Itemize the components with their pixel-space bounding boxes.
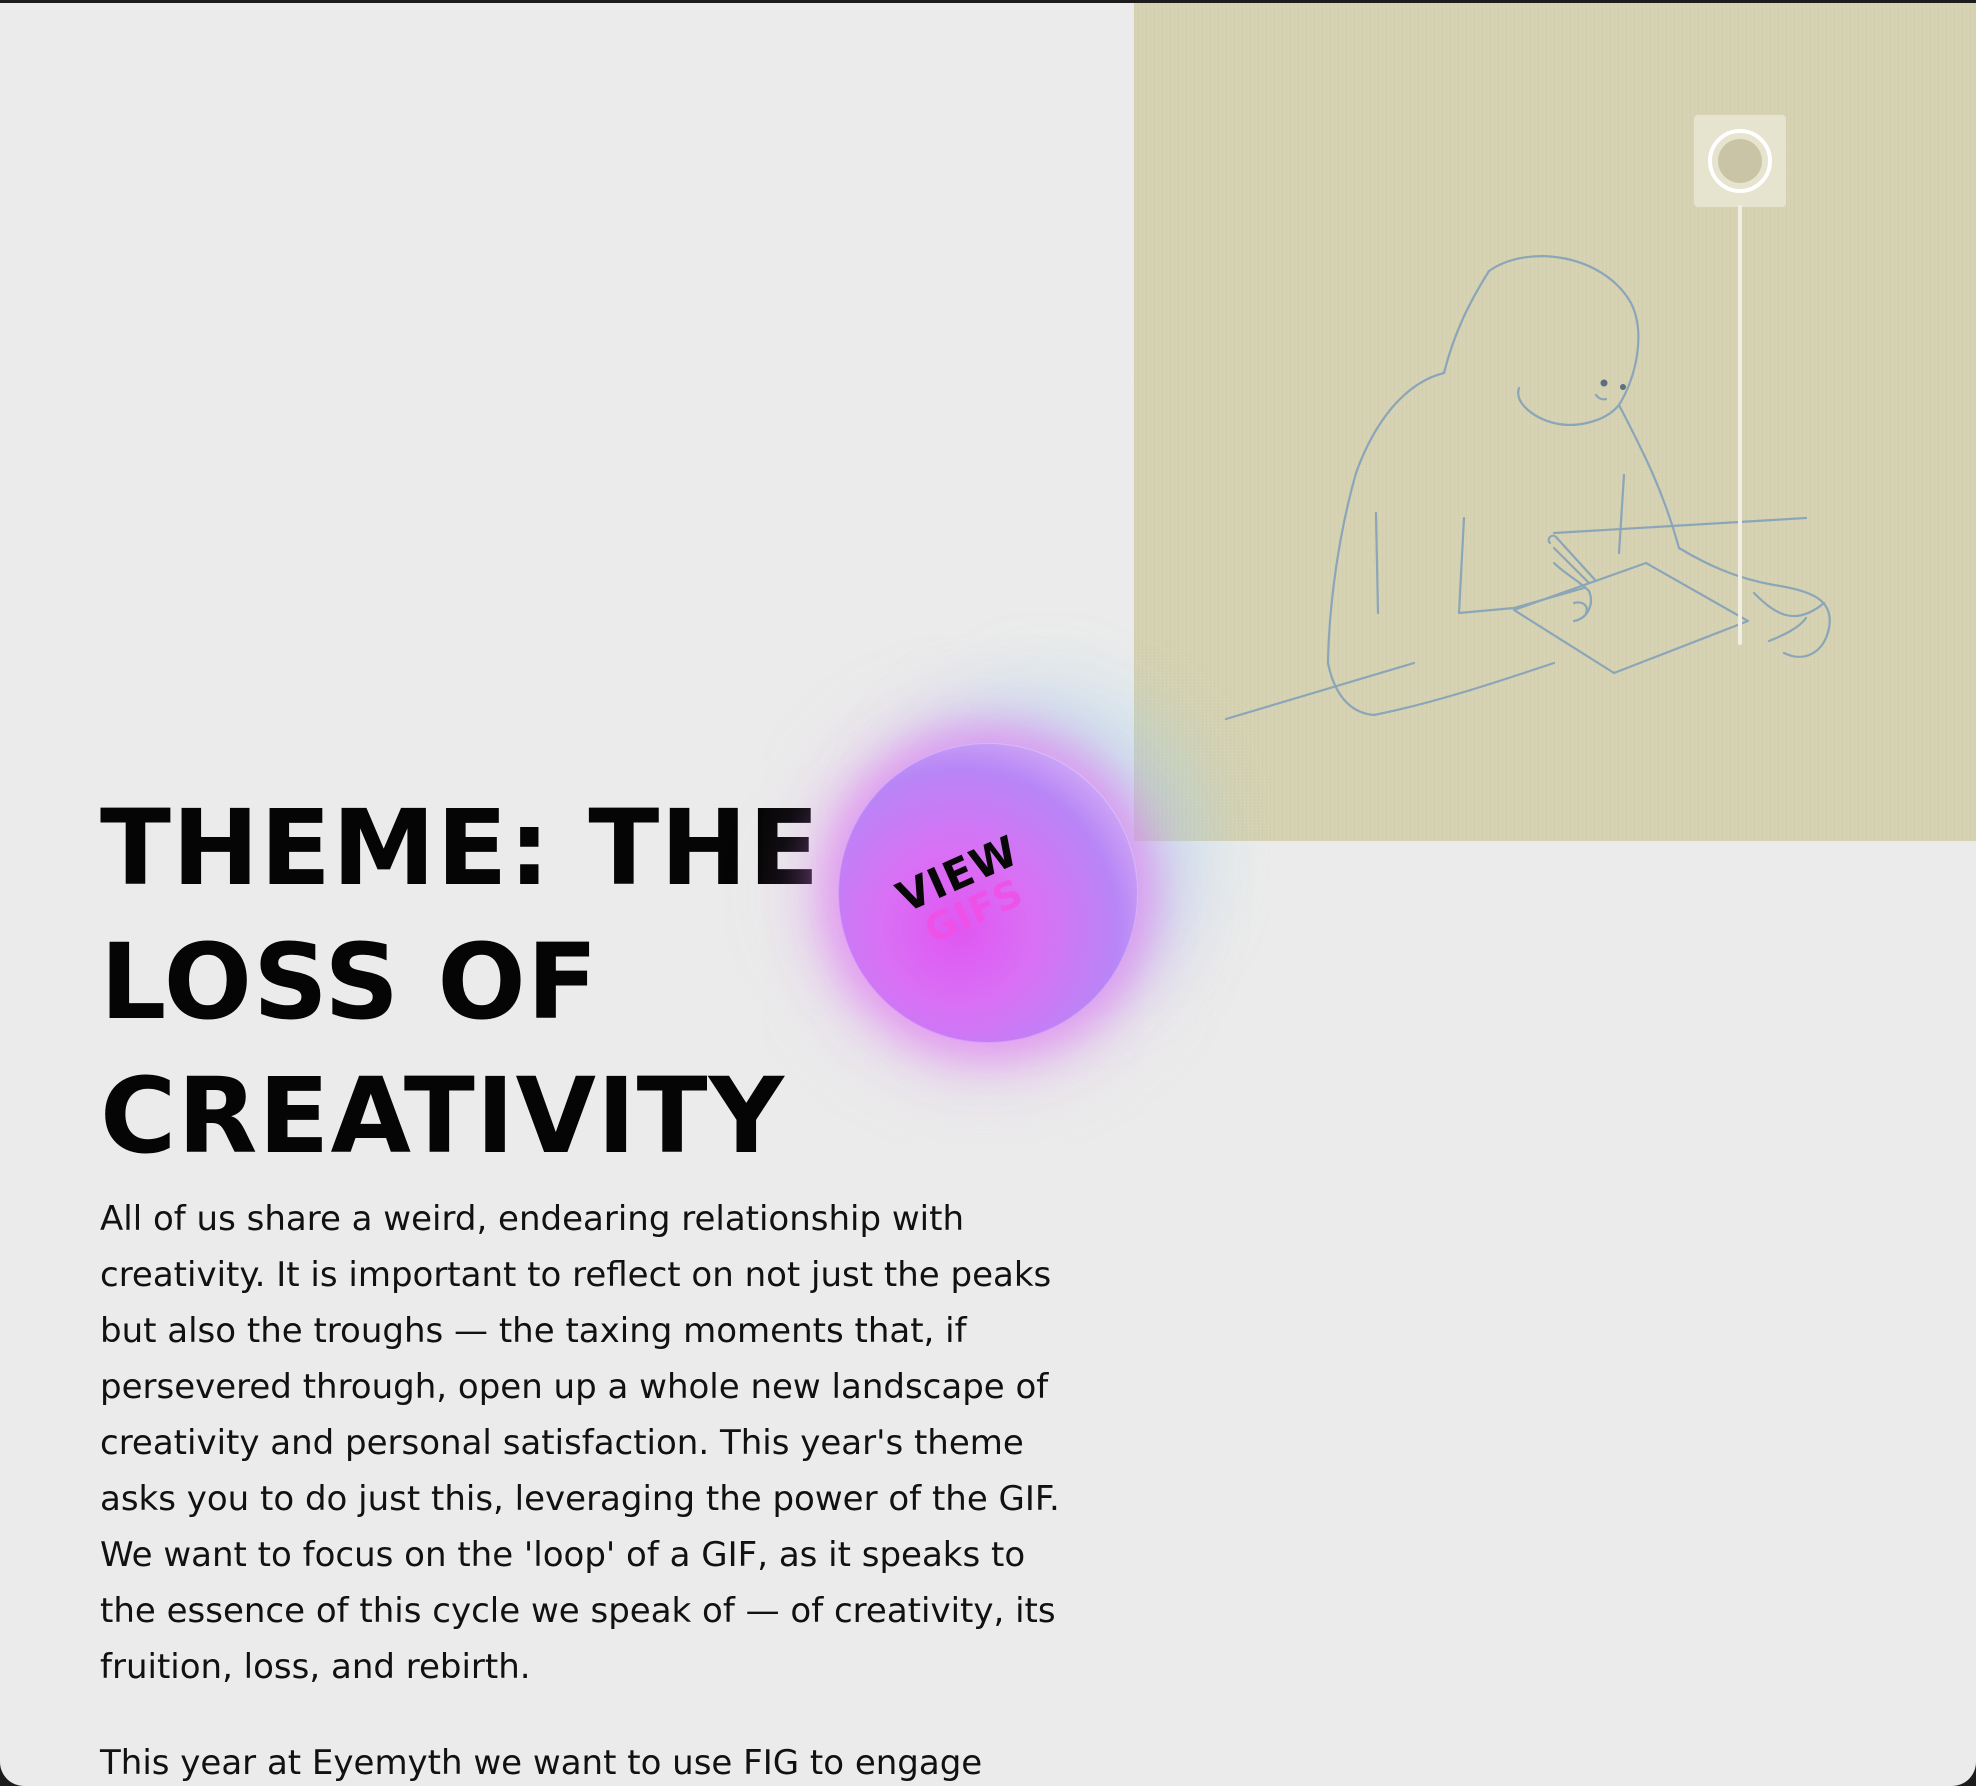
view-gifs-label: VIEW GIFS <box>880 824 1050 958</box>
hero-illustration <box>1134 3 1976 841</box>
title-line-3: CREATIVITY <box>100 1055 785 1177</box>
description-paragraph-1: All of us share a weird, endearing relat… <box>100 1199 1060 1687</box>
description-paragraph-2: This year at Eyemyth we want to use FIG … <box>100 1743 983 1783</box>
title-line-2: LOSS OF <box>100 921 599 1043</box>
page-frame: THEME: THE LOSS OF CREATIVITY VIEW GIFS … <box>0 3 1976 1786</box>
title-line-1: THEME: THE <box>100 787 821 909</box>
drawing-person-illustration <box>1224 115 1831 721</box>
theme-description: All of us share a weird, endearing relat… <box>100 1191 1080 1786</box>
view-gifs-button[interactable]: VIEW GIFS <box>838 743 1138 1043</box>
page-title: THEME: THE LOSS OF CREATIVITY <box>100 781 820 1183</box>
